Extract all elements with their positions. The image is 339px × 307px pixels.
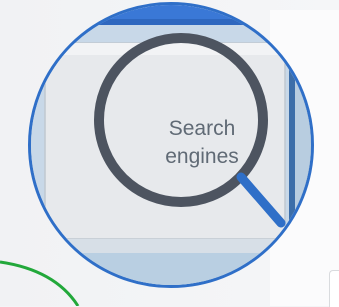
label-line-1: Search	[168, 117, 236, 140]
zoom-lens: Search engines	[28, 2, 314, 288]
label-line-2: engines	[165, 145, 239, 168]
search-engines-label: Search engines	[157, 115, 247, 171]
